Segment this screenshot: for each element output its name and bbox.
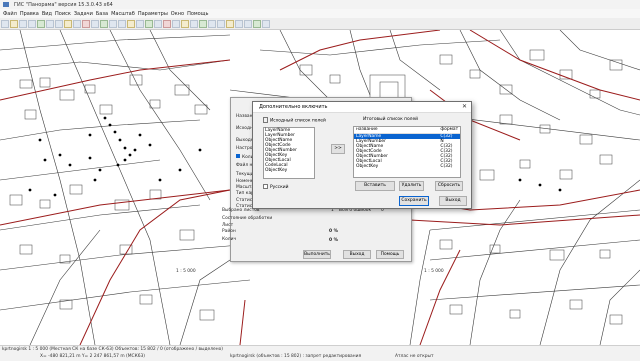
info-icon[interactable] [145,19,153,28]
run-button[interactable]: Выполнить [303,250,331,259]
save-button[interactable]: Сохранить [399,196,429,206]
result-fields-table[interactable]: название формат LayerName C(32) LayerNumb… [353,126,461,178]
list-item[interactable]: ObjectKey [264,168,314,173]
filter-icon[interactable] [253,19,261,28]
redo-icon[interactable] [118,19,126,28]
grid-icon[interactable] [154,19,162,28]
checkbox-checked-icon [236,154,240,158]
menu-view[interactable]: Вид [42,11,52,17]
region-progress-bar [222,228,398,236]
source-list-label-text: Исходный список полей [270,118,326,124]
legend-icon[interactable] [127,19,135,28]
cancel-button[interactable]: Выход [343,250,371,259]
source-fields-list[interactable]: LayerName LayerNumber ObjectName ObjectC… [263,127,315,179]
status-map-info: kprtnogirsk 1 : 5 000 (Местная СК на баз… [2,347,224,352]
menu-file[interactable]: Файл [3,11,17,17]
cell-format: C(32) [440,164,453,169]
new-icon[interactable] [1,19,9,28]
print-icon[interactable] [28,19,36,28]
edit-icon[interactable] [100,19,108,28]
result-list-label: Итоговый список полей [363,117,419,122]
delete-icon[interactable] [82,19,90,28]
menu-window[interactable]: Окно [171,11,184,17]
menu-tasks[interactable]: Задачи [74,11,93,17]
folder-icon[interactable] [181,19,189,28]
status-bar: kprtnogirsk 1 : 5 000 (Местная СК на баз… [0,345,640,361]
dialog-header: Дополнительно включить ✕ [253,102,471,113]
menu-search[interactable]: Поиск [55,11,71,17]
save-icon[interactable] [19,19,27,28]
processing-state-label: Состояние обработки [222,216,273,221]
refresh-icon[interactable] [172,19,180,28]
layers-icon[interactable] [37,19,45,28]
app-icon [3,2,9,7]
measure-icon[interactable] [91,19,99,28]
russian-checkbox-label: Русский [270,185,289,190]
move-right-button[interactable]: >> [331,144,345,154]
exit-button[interactable]: Выход [439,196,467,206]
document-icon [263,117,268,123]
checkbox-unchecked-icon [263,184,268,189]
reset-button[interactable]: Сбросить [435,181,463,191]
menu-bar: Файл Правка Вид Поиск Задачи База Масшта… [0,9,640,18]
undo-icon[interactable] [109,19,117,28]
menu-help[interactable]: Помощь [187,11,208,17]
table-header: название формат [354,127,460,134]
sheet-progress-percent: 0 % [329,238,338,243]
menu-database[interactable]: База [96,11,108,17]
open-icon[interactable] [10,19,18,28]
paste-icon[interactable] [244,19,252,28]
zoom-out-icon[interactable] [55,19,63,28]
status-atlas: Атлас не открыт [395,354,434,359]
region-progress-percent: 0 % [329,229,338,234]
pan-icon[interactable] [64,19,72,28]
mini-scale-right: 1 : 5 000 [424,269,444,274]
menu-scale[interactable]: Масштаб [111,11,135,17]
zoom-in-icon[interactable] [46,19,54,28]
copy-icon[interactable] [235,19,243,28]
label-source: Исходн [236,126,253,131]
mini-scale-left: 1 : 5 000 [176,269,196,274]
russian-checkbox[interactable]: Русский [263,184,288,190]
status-coordinates: X= -480 821,21 m Y= 2 247 861,57 m (МСК6… [40,354,146,359]
delete-button[interactable]: Удалить [399,181,424,191]
include-fields-dialog: Дополнительно включить ✕ Исходный список… [252,101,472,209]
window-icon[interactable] [217,19,225,28]
toolbar [0,18,640,30]
star-icon[interactable] [226,19,234,28]
help-button[interactable]: Помощь [376,250,404,259]
stop-icon[interactable] [163,19,171,28]
source-list-label: Исходный список полей [263,117,326,124]
table-icon[interactable] [190,19,198,28]
status-edit-state: kprtnogirsk (объектов : 15 802) : запрет… [230,354,362,359]
settings-icon[interactable] [208,19,216,28]
column-name-header[interactable]: название [354,127,440,133]
dialog-title: Дополнительно включить [259,104,328,110]
close-map-icon[interactable] [262,19,270,28]
select-icon[interactable] [73,19,81,28]
search-icon[interactable] [136,19,144,28]
insert-button[interactable]: Вставить [355,181,395,191]
menu-edit[interactable]: Правка [20,11,39,17]
close-icon[interactable]: ✕ [462,103,467,110]
check-icon[interactable] [199,19,207,28]
menu-parameters[interactable]: Параметры [138,11,168,17]
table-row[interactable]: ObjectKey C(32) [354,164,460,169]
sheet-progress-label-2: Колич [222,237,237,242]
column-format-header[interactable]: формат [440,127,460,133]
window-title: ГИС "Панорама" версия 15.3.0.43 x64 [14,1,113,8]
title-bar: ГИС "Панорама" версия 15.3.0.43 x64 [0,0,640,9]
cell-name: ObjectKey [356,164,379,169]
